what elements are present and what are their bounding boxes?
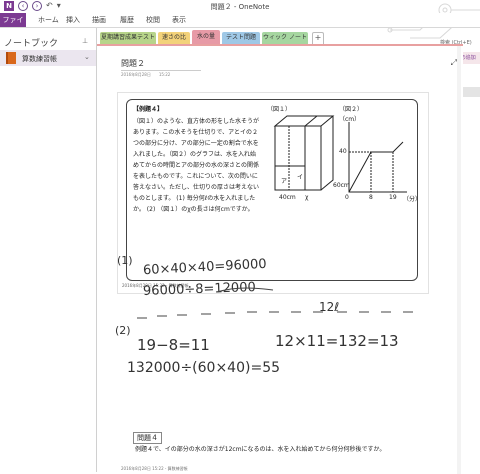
section-tab-quick-notes[interactable]: ウィック ノート: [262, 32, 308, 44]
page-canvas[interactable]: 問題２ 2016年8月28日 15:22 ⤢ 【例題４】 （図１）のような、直方…: [97, 44, 463, 474]
ink-line5: 132000÷(60×40)=55: [127, 360, 281, 376]
ink-answer1: 12ℓ: [319, 300, 340, 314]
ink-line3: 19−8=11: [137, 336, 210, 354]
problem4-footer: 2016年8月28日 15:22 - 算数練習帳: [121, 466, 188, 471]
ink-strokes: [137, 287, 413, 319]
section-tab-summer-test[interactable]: 夏期講習成果テスト: [100, 32, 156, 44]
pin-icon[interactable]: ⊥: [82, 37, 88, 45]
notebook-pane: ノートブック ⊥ 算数練習帳 ⌄: [0, 28, 97, 472]
section-tab-test-problems[interactable]: テスト問題: [222, 32, 260, 44]
notebook-pane-header: ノートブック: [4, 39, 59, 49]
notebook-icon: [6, 52, 16, 64]
tab-file[interactable]: ファイル: [0, 13, 26, 38]
tab-insert[interactable]: 挿入: [66, 15, 80, 25]
ribbon-tab-bar: ファイル ホーム 挿入 描画 履歴 校閲 表示: [0, 13, 480, 38]
section-tab-speed-ratio[interactable]: 速さの比: [158, 32, 190, 44]
section-tab-water-volume[interactable]: 水の量: [192, 30, 220, 44]
section-tab-bar: 夏期講習成果テスト 速さの比 水の量 テスト問題 ウィック ノート +: [96, 30, 466, 44]
tab-review[interactable]: 校閲: [146, 15, 160, 25]
problem4-text: 例題４で、イの部分の水の深さが12cmになるのは、水を入れ始めてから何分何秒後で…: [135, 446, 386, 453]
ink-q2: (2): [115, 324, 131, 337]
tab-history[interactable]: 履歴: [120, 15, 134, 25]
problem4-label: 問題４: [133, 432, 162, 444]
tab-draw[interactable]: 描画: [92, 15, 106, 25]
notebook-item[interactable]: 算数練習帳 ⌄: [0, 50, 96, 66]
chevron-down-icon[interactable]: ⌄: [84, 53, 90, 61]
notebook-label: 算数練習帳: [22, 55, 57, 63]
ink-layer[interactable]: (1) 60×40×40=96000 96000÷8=12000 12ℓ (2)…: [97, 46, 463, 474]
add-section-button[interactable]: +: [312, 32, 324, 44]
vertical-scrollbar[interactable]: [457, 46, 461, 474]
tab-view[interactable]: 表示: [172, 15, 186, 25]
ink-line4: 12×11=132=13: [275, 332, 399, 350]
tab-home[interactable]: ホーム: [38, 15, 59, 25]
